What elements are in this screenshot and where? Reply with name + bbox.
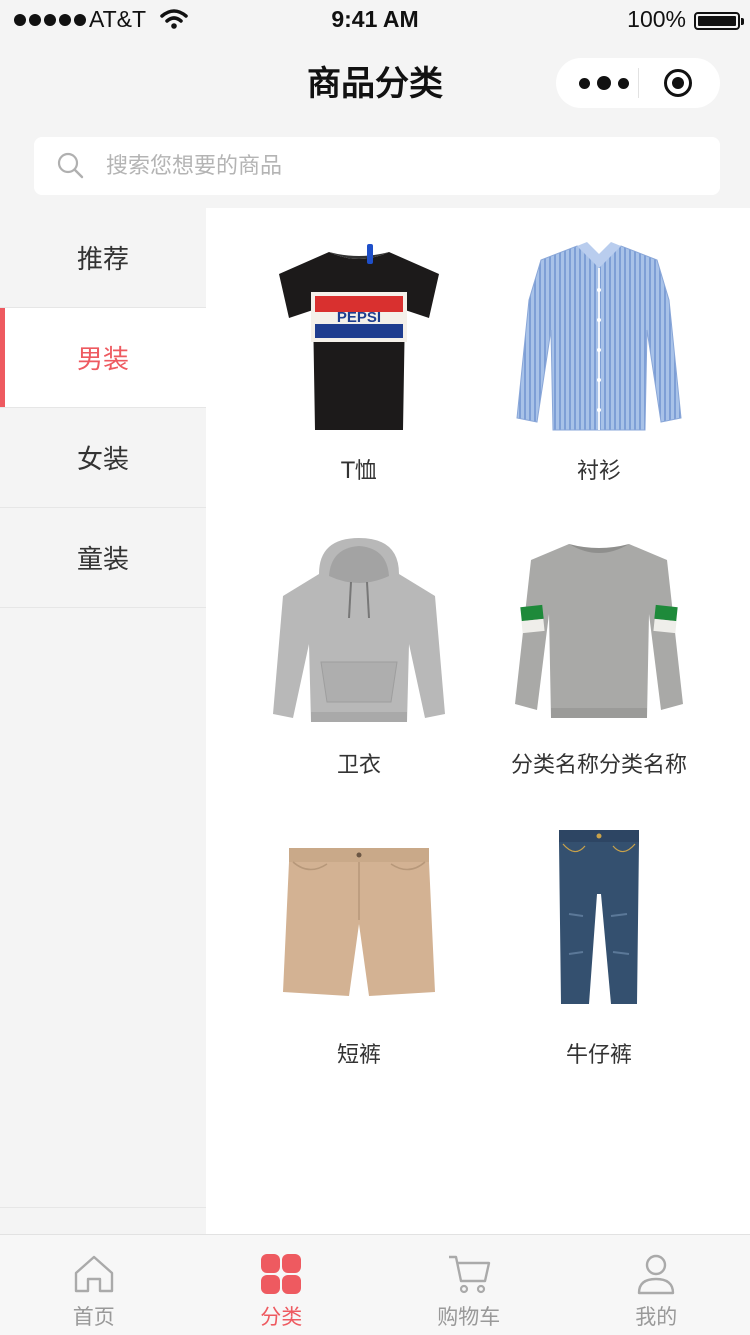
battery-percent: 100% [627, 6, 686, 33]
cart-icon [447, 1253, 491, 1295]
sidebar-item-recommend[interactable]: 推荐 [0, 208, 206, 308]
category-label: T恤 [234, 457, 484, 487]
shorts-image [259, 824, 459, 1019]
sidebar-divider [0, 1207, 206, 1208]
close-miniprogram-icon[interactable] [664, 69, 692, 97]
search-input[interactable] [106, 137, 696, 195]
category-item-sweater[interactable]: 分类名称分类名称 [474, 534, 724, 781]
battery-icon [694, 12, 740, 30]
sidebar-item-label: 童装 [77, 539, 129, 576]
category-label: 衬衫 [474, 457, 724, 487]
capsule-divider [638, 68, 639, 98]
svg-text:PEPSI: PEPSI [337, 309, 381, 326]
sidebar-item-womenswear[interactable]: 女装 [0, 408, 206, 508]
category-label: 卫衣 [234, 751, 484, 781]
category-label: 短裤 [234, 1041, 484, 1071]
tab-label: 我的 [563, 1301, 750, 1331]
sidebar-item-label: 女装 [77, 439, 129, 476]
jeans-image [499, 824, 699, 1019]
category-grid: PEPSI T恤 衬衫 [206, 208, 750, 1234]
tab-label: 分类 [188, 1301, 376, 1331]
category-item-shirt[interactable]: 衬衫 [474, 240, 724, 487]
category-item-tshirt[interactable]: PEPSI T恤 [234, 240, 484, 487]
tab-label: 购物车 [375, 1301, 563, 1331]
tab-category[interactable]: 分类 [188, 1235, 376, 1335]
search-bar[interactable] [34, 137, 720, 195]
category-item-hoodie[interactable]: 卫衣 [234, 534, 484, 781]
category-icon [260, 1253, 302, 1295]
more-options-icon[interactable] [572, 58, 636, 108]
home-icon [72, 1253, 116, 1295]
shirt-image [499, 240, 699, 435]
tab-profile[interactable]: 我的 [563, 1235, 750, 1335]
sidebar-item-kidswear[interactable]: 童装 [0, 508, 206, 608]
tshirt-image: PEPSI [259, 240, 459, 435]
sweater-image [499, 534, 699, 729]
sidebar-item-label: 男装 [77, 339, 129, 376]
category-item-jeans[interactable]: 牛仔裤 [474, 824, 724, 1071]
category-sidebar: 推荐 男装 女装 童装 [0, 208, 206, 1234]
category-label: 分类名称分类名称 [474, 751, 724, 781]
tab-bar: 首页 分类 购物车 我的 [0, 1234, 750, 1335]
category-label: 牛仔裤 [474, 1041, 724, 1071]
search-icon [56, 151, 86, 181]
status-bar: AT&T 9:41 AM 100% [0, 0, 750, 40]
sidebar-item-menswear[interactable]: 男装 [0, 308, 206, 408]
hoodie-image [259, 534, 459, 729]
tab-cart[interactable]: 购物车 [375, 1235, 563, 1335]
sidebar-item-label: 推荐 [77, 239, 129, 276]
category-item-shorts[interactable]: 短裤 [234, 824, 484, 1071]
tab-home[interactable]: 首页 [0, 1235, 188, 1335]
tab-label: 首页 [0, 1301, 188, 1331]
mini-program-capsule [556, 58, 720, 108]
profile-icon [636, 1253, 676, 1295]
